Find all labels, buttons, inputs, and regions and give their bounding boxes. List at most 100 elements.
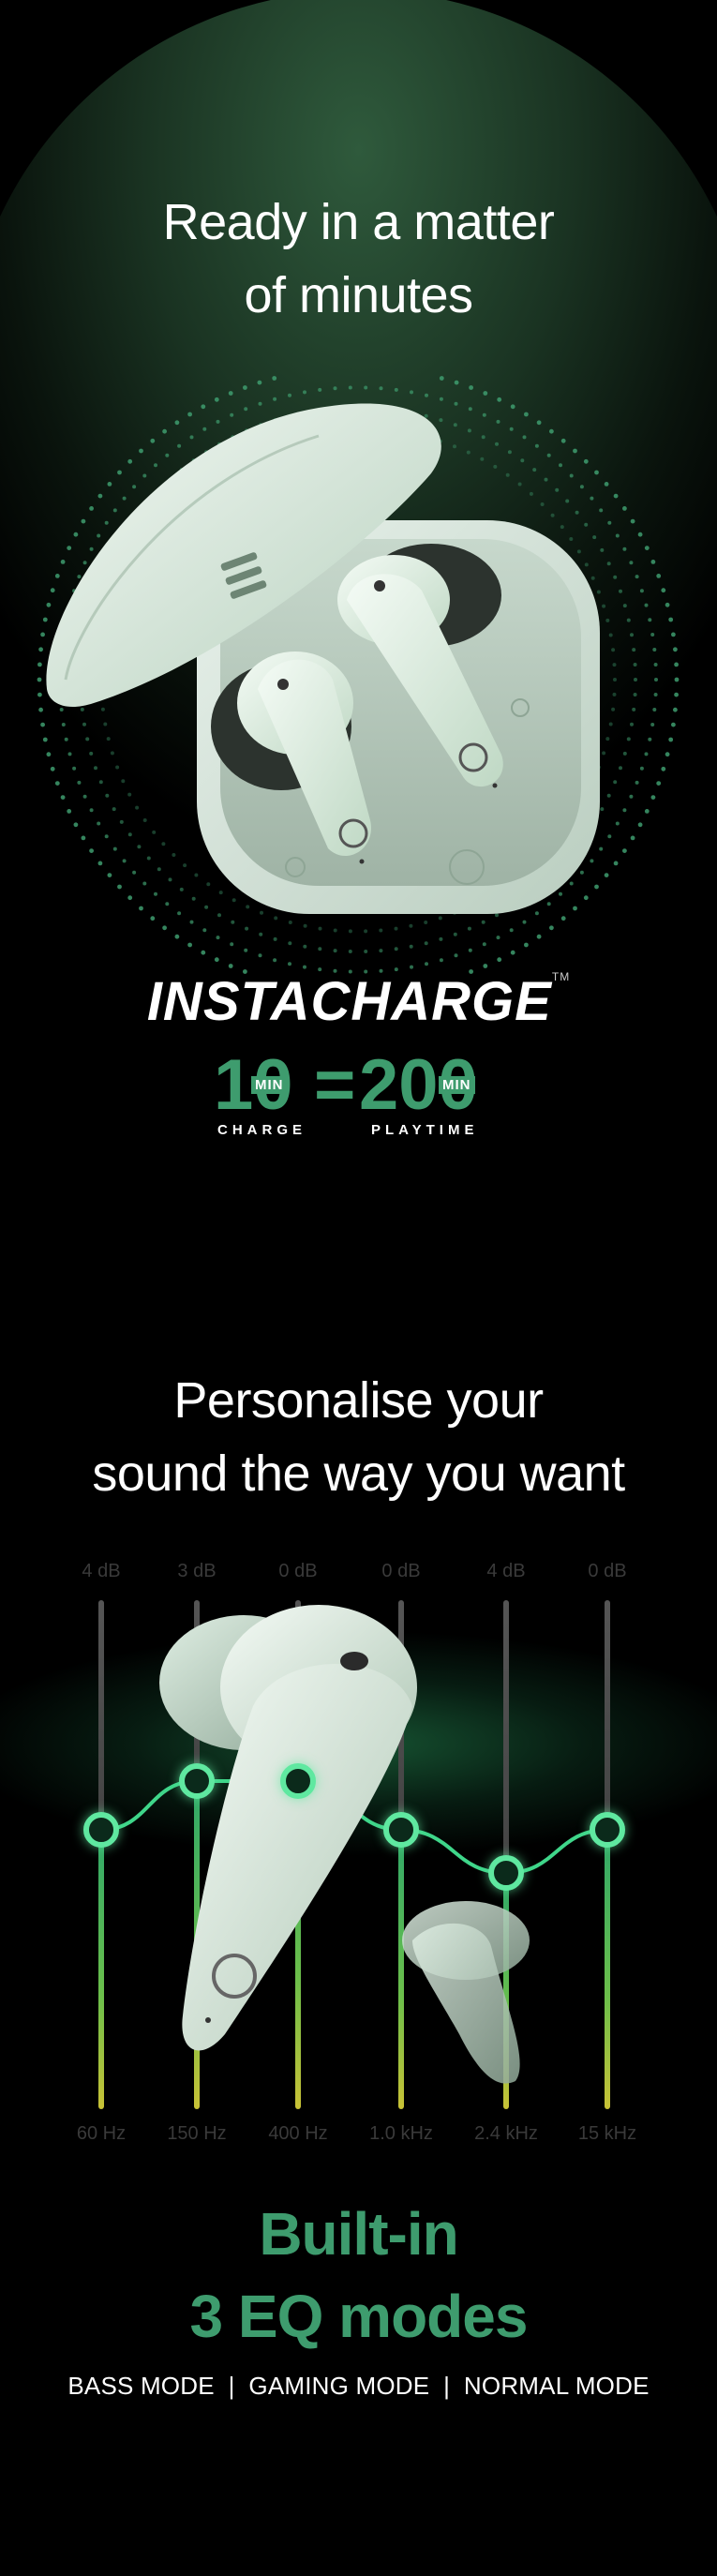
ring-dot [622,604,627,608]
ring-dot [652,648,657,651]
ring-dot [410,965,413,969]
ring-dot [201,950,206,955]
ring-dot [619,766,622,771]
ring-dot [632,707,636,711]
ring-dot [639,589,644,593]
ring-dot [622,547,627,551]
ring-dot [674,662,679,667]
ring-dot [633,663,637,666]
earbuds-case-image [46,403,600,914]
ring-dot [214,957,219,963]
ring-dot [665,752,670,757]
ring-dot [634,678,637,681]
ring-dot [425,962,428,966]
ring-dot [288,962,291,966]
ring-dot [673,647,678,652]
ring-dot [622,808,627,813]
ring-dot [668,617,674,622]
ring-dot [394,947,398,951]
ring-dot [619,589,622,593]
ring-dot [644,809,650,814]
ring-dot [650,723,655,726]
ring-dot [468,948,472,952]
ring-dot [650,633,655,637]
ring-dot [510,950,515,955]
ring-dot [630,835,635,841]
ring-dot [630,518,635,524]
ring-dot [650,560,656,564]
ring-dot [674,677,680,682]
ring-dot [303,944,307,949]
ring-dot [409,944,413,949]
equals-sign: = [314,1045,356,1125]
ring-dot [454,953,458,958]
ring-dot [273,958,277,963]
title-line: of minutes [244,267,473,323]
eq-headline-line2: 3 EQ modes [189,2283,529,2350]
ring-dot [661,766,666,771]
ring-dot [524,942,529,948]
ring-dot [632,648,636,652]
ring-dot [230,942,234,947]
instacharge-wordmark: INSTACHARGE [146,971,552,1032]
ring-dot [228,964,233,968]
ring-dot [626,737,631,741]
ring-dot [630,722,634,726]
trademark-mark: TM [551,970,571,983]
earbuds-image [159,1605,530,2084]
ring-dot [364,950,368,953]
ring-dot [303,965,306,969]
ring-dot [635,780,639,785]
ring-dot [644,752,649,756]
eq-slider-knob [590,1812,625,1848]
ring-dot [258,953,262,958]
ring-dot [661,588,666,593]
eq-modes-list: BASS MODE | GAMING MODE | NORMAL MODE [67,2372,650,2400]
ring-dot [654,678,658,681]
ring-dot [622,848,627,853]
ring-dot [379,949,383,953]
ring-dot [674,692,679,697]
section-title-charge: Ready in a matter of minutes [0,186,717,332]
eq-slider-knob [83,1812,119,1848]
ring-dot [671,632,676,637]
ring-dot [333,949,337,953]
ring-dot [630,633,634,637]
ring-dot [244,948,248,952]
ring-dot [671,722,676,727]
eq-slider-knob [280,1763,316,1799]
ring-dot [497,957,502,963]
playtime-unit: MIN [439,1076,475,1094]
ring-dot [644,603,649,607]
title-line: Ready in a matter [162,194,555,250]
ring-dot [626,618,631,622]
ring-dot [650,795,656,800]
ring-dot [648,618,652,622]
ring-dot [656,574,662,578]
ring-dot [653,663,658,666]
ring-dot [668,737,674,742]
eq-slider-knob [488,1855,524,1891]
playtime-label: PLAYTIME [371,1122,479,1138]
ring-dot [652,708,657,711]
ring-dot [622,506,627,511]
eq-slider-knob [383,1812,419,1848]
ring-dot [665,602,670,607]
ring-dot [482,942,486,947]
eq-section: Personalise your sound the way you want … [0,1294,717,2576]
instacharge-section: Ready in a matter of minutes INSTACHARGE… [0,0,717,1294]
ring-dot [633,693,637,696]
ring-dot [622,751,627,756]
ring-dot [673,707,678,712]
ring-dot [348,950,352,953]
charge-label: CHARGE [217,1122,307,1138]
ring-dot [656,781,662,786]
ring-dot [637,822,643,828]
ring-dot [483,964,488,968]
ring-dot [318,947,322,951]
ring-dot [629,794,634,799]
charge-unit: MIN [251,1076,288,1094]
instacharge-logo: INSTACHARGETM [0,970,717,1033]
eq-slider-knob [179,1763,215,1799]
ring-dot [187,942,193,948]
